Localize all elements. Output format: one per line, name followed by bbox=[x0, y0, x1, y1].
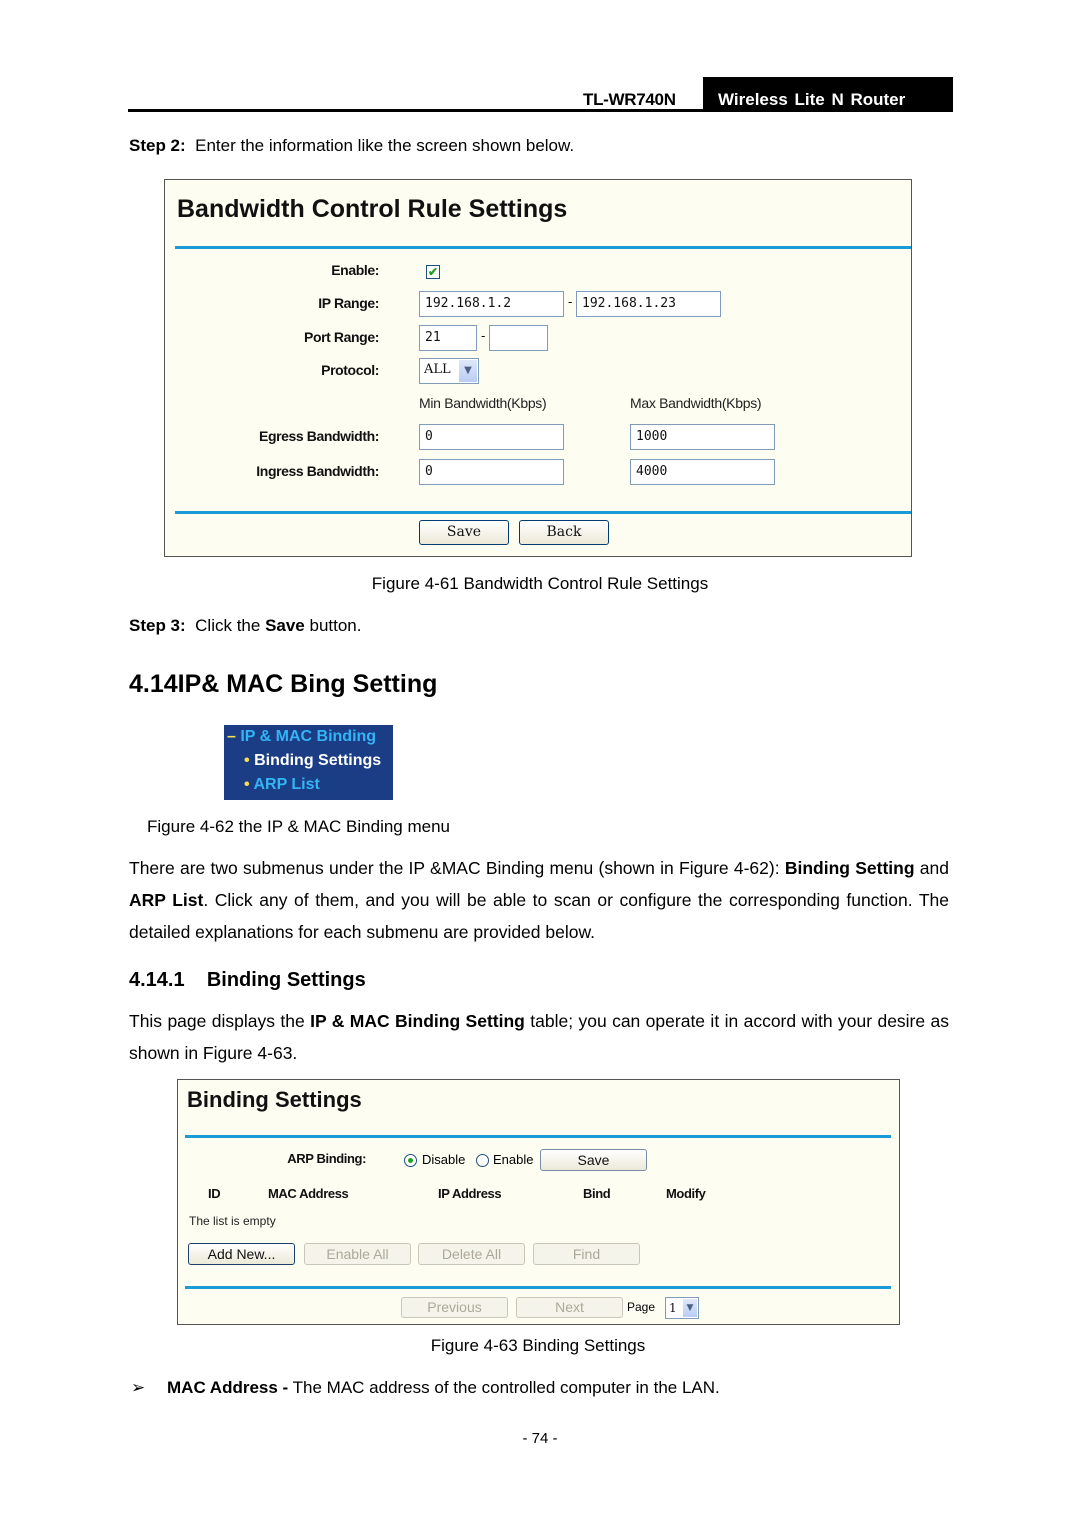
text-run: There are two submenus under the IP &MAC… bbox=[129, 858, 780, 878]
step-2: Step 2: Enter the information like the s… bbox=[129, 136, 574, 156]
protocol-value: ALL bbox=[424, 362, 451, 377]
menu-item-label: ARP List bbox=[253, 776, 320, 793]
step-2-text: Enter the information like the screen sh… bbox=[195, 136, 575, 155]
ingress-label: Ingress Bandwidth: bbox=[256, 463, 379, 479]
port-start-input[interactable]: 21 bbox=[419, 325, 477, 351]
egress-label: Egress Bandwidth: bbox=[259, 428, 379, 444]
page-select[interactable]: 1 ▼ bbox=[665, 1297, 699, 1319]
enable-radio-label: Enable bbox=[493, 1152, 534, 1167]
port-range-label: Port Range: bbox=[304, 329, 379, 345]
ip-start-input[interactable]: 192.168.1.2 bbox=[419, 291, 564, 317]
add-new-button[interactable]: Add New... bbox=[188, 1243, 295, 1265]
bold-run: Binding Setting bbox=[784, 858, 915, 878]
egress-max-input[interactable]: 1000 bbox=[630, 424, 775, 450]
figure-62-caption: Figure 4-62 the IP & MAC Binding menu bbox=[147, 817, 451, 836]
step-3-bold: Save bbox=[265, 616, 305, 635]
ingress-min-input[interactable]: 0 bbox=[419, 459, 564, 485]
step-3: Step 3: Click the Save button. bbox=[129, 616, 362, 636]
back-button[interactable]: Back bbox=[519, 520, 609, 545]
min-bandwidth-header: Min Bandwidth(Kbps) bbox=[419, 395, 547, 411]
page-value: 1 bbox=[669, 1301, 677, 1315]
figure-63-caption: Figure 4-63 Binding Settings bbox=[430, 1336, 646, 1355]
port-range-dash: - bbox=[481, 328, 486, 343]
protocol-select[interactable]: ALL ▼ bbox=[419, 358, 479, 384]
port-end-input[interactable] bbox=[489, 325, 548, 351]
page-number: - 74 - bbox=[522, 1430, 558, 1447]
bullet-text: The MAC address of the controlled comput… bbox=[292, 1378, 720, 1397]
bullet-mac-address: MAC Address - The MAC address of the con… bbox=[167, 1378, 720, 1398]
disable-radio-label: Disable bbox=[422, 1152, 466, 1167]
panel-bottom-rule bbox=[185, 1286, 891, 1289]
text-run: . Click any of them, and you will be abl… bbox=[129, 890, 949, 942]
save-button[interactable]: Save bbox=[419, 520, 509, 545]
max-bandwidth-header: Max Bandwidth(Kbps) bbox=[630, 395, 762, 411]
menu-item-label: Binding Settings bbox=[254, 752, 382, 769]
figure-61-caption: Figure 4-61 Bandwidth Control Rule Setti… bbox=[371, 574, 709, 593]
panel-bottom-rule bbox=[175, 511, 911, 514]
page-label: Page bbox=[627, 1300, 656, 1314]
bold-run: ARP List bbox=[129, 890, 204, 910]
empty-list-text: The list is empty bbox=[189, 1214, 276, 1228]
step-2-label: Step 2: bbox=[129, 136, 186, 155]
menu-item-binding-settings[interactable]: • Binding Settings bbox=[244, 752, 381, 770]
section-heading: 4.14IP& MAC Bing Setting bbox=[129, 670, 438, 698]
bullet-term: MAC Address - bbox=[167, 1378, 289, 1397]
subsection-paragraph: This page displays the IP & MAC Binding … bbox=[129, 1005, 949, 1069]
next-button[interactable]: Next bbox=[516, 1297, 623, 1318]
document-model: TL-WR740N bbox=[583, 90, 676, 109]
bold-run: IP & MAC Binding Setting bbox=[310, 1011, 525, 1031]
enable-checkbox[interactable]: ✔ bbox=[426, 265, 440, 279]
bullet-icon: • bbox=[244, 752, 250, 769]
column-header-mac-address: MAC Address bbox=[268, 1186, 349, 1201]
disable-radio[interactable] bbox=[404, 1154, 417, 1167]
intro-paragraph: There are two submenus under the IP &MAC… bbox=[129, 852, 949, 948]
menu-parent-label: IP & MAC Binding bbox=[240, 728, 377, 745]
header-rule bbox=[128, 109, 953, 112]
protocol-label: Protocol: bbox=[321, 362, 379, 378]
step-3-text-after: button. bbox=[309, 616, 362, 635]
menu-item-arp-list[interactable]: • ARP List bbox=[244, 776, 320, 794]
egress-min-input[interactable]: 0 bbox=[419, 424, 564, 450]
subsection-title: Binding Settings bbox=[206, 969, 366, 991]
panel-title: Bandwidth Control Rule Settings bbox=[177, 195, 568, 223]
enable-label: Enable: bbox=[331, 262, 379, 278]
delete-all-button[interactable]: Delete All bbox=[418, 1243, 525, 1265]
text-run: This page displays the bbox=[129, 1011, 305, 1031]
ip-range-dash: - bbox=[568, 294, 573, 309]
column-header-id: ID bbox=[208, 1186, 221, 1201]
arp-save-button[interactable]: Save bbox=[540, 1149, 647, 1171]
panel-top-rule bbox=[185, 1135, 891, 1138]
column-header-ip-address: IP Address bbox=[438, 1186, 502, 1201]
checkmark-icon: ✔ bbox=[427, 265, 439, 279]
panel-title: Binding Settings bbox=[187, 1087, 362, 1112]
menu-parent-ip-mac-binding[interactable]: – IP & MAC Binding bbox=[227, 728, 376, 746]
text-run: and bbox=[919, 858, 949, 878]
bandwidth-control-panel: Bandwidth Control Rule Settings Enable: … bbox=[164, 179, 912, 557]
step-3-label: Step 3: bbox=[129, 616, 186, 635]
step-3-text-before: Click the bbox=[195, 616, 261, 635]
ip-end-input[interactable]: 192.168.1.23 bbox=[576, 291, 721, 317]
chevron-down-icon: ▼ bbox=[459, 360, 477, 382]
column-header-bind: Bind bbox=[583, 1186, 611, 1201]
collapse-icon: – bbox=[227, 728, 236, 745]
document-product-banner: Wireless Lite N Router bbox=[703, 77, 953, 112]
subsection-heading: 4.14.1 Binding Settings bbox=[129, 969, 366, 992]
bullet-icon: • bbox=[244, 776, 250, 793]
find-button[interactable]: Find bbox=[533, 1243, 640, 1265]
bullet-arrow-icon: ➢ bbox=[131, 1378, 146, 1397]
ip-range-label: IP Range: bbox=[318, 295, 379, 311]
chevron-down-icon: ▼ bbox=[683, 1299, 697, 1317]
binding-settings-panel: Binding Settings ARP Binding: Disable En… bbox=[177, 1079, 900, 1325]
arp-binding-label: ARP Binding: bbox=[287, 1151, 366, 1166]
previous-button[interactable]: Previous bbox=[401, 1297, 508, 1318]
ingress-max-input[interactable]: 4000 bbox=[630, 459, 775, 485]
ip-mac-binding-menu: – IP & MAC Binding • Binding Settings • … bbox=[224, 725, 393, 800]
panel-top-rule bbox=[175, 246, 911, 249]
column-header-modify: Modify bbox=[666, 1186, 706, 1201]
enable-radio[interactable] bbox=[476, 1154, 489, 1167]
enable-all-button[interactable]: Enable All bbox=[304, 1243, 411, 1265]
subsection-number: 4.14.1 bbox=[129, 969, 185, 991]
